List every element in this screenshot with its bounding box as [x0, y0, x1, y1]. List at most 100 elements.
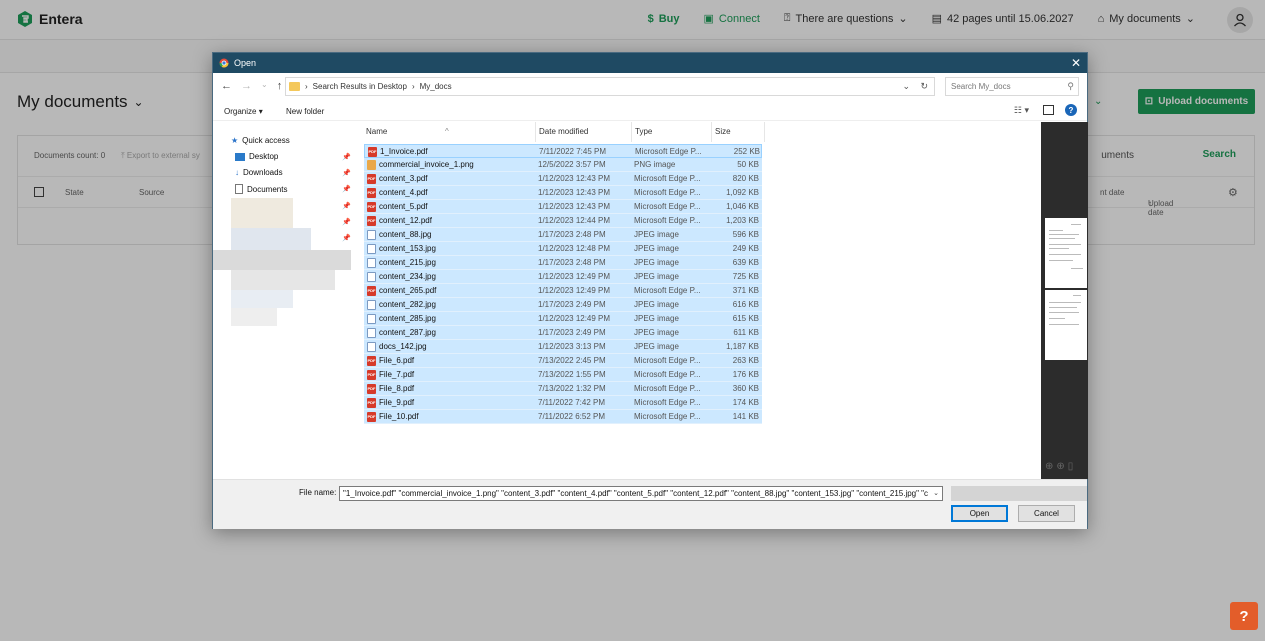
file-size: 611 KB — [733, 328, 759, 337]
chevron-down-icon[interactable]: ⌄ — [902, 81, 910, 92]
breadcrumb-my-docs[interactable]: My_docs — [420, 82, 452, 91]
view-options-icon[interactable]: ☷ ▾ — [1014, 105, 1029, 116]
nav-downloads[interactable]: ↓ Downloads 📌 — [235, 168, 351, 177]
file-size: 371 KB — [732, 286, 759, 295]
address-bar[interactable]: › Search Results in Desktop › My_docs ⌄ … — [285, 77, 935, 96]
redacted-file-type-filter[interactable] — [951, 486, 1087, 501]
open-button[interactable]: Open — [951, 505, 1008, 522]
pdf-file-icon: PDF — [367, 188, 376, 198]
pin-icon[interactable]: 📌 — [342, 218, 351, 226]
close-icon[interactable]: ✕ — [1071, 56, 1081, 70]
file-row[interactable]: content_215.jpg 1/17/2023 2:48 PM JPEG ima… — [364, 256, 762, 270]
up-arrow-icon[interactable]: ↑ — [277, 80, 283, 92]
jpg-file-icon — [367, 272, 376, 282]
file-name: File_6.pdf — [379, 356, 415, 365]
file-name: File_9.pdf — [379, 398, 415, 407]
file-row[interactable]: content_282.jpg 1/17/2023 2:49 PM JPEG ima… — [364, 298, 762, 312]
redacted-nav-items — [231, 198, 293, 228]
new-folder-button[interactable]: New folder — [286, 107, 324, 116]
scroll-down-icon[interactable]: ⊕ — [1056, 461, 1064, 472]
file-row[interactable]: PDF content_265.pdf 1/12/2023 12:49 PM Micr… — [364, 284, 762, 298]
file-row[interactable]: PDF content_4.pdf 1/12/2023 12:43 PM Micros… — [364, 186, 762, 200]
file-size: 176 KB — [732, 370, 759, 379]
file-size: 1,092 KB — [726, 188, 759, 197]
preview-line — [1049, 312, 1079, 313]
file-row[interactable]: PDF 1_Invoice.pdf 7/11/2022 7:45 PM Microso… — [364, 144, 762, 158]
file-type: JPEG image — [634, 258, 679, 267]
nav-desktop[interactable]: Desktop 📌 — [235, 152, 351, 161]
search-input[interactable]: Search My_docs ⚲ — [945, 77, 1079, 96]
file-name: content_12.pdf — [379, 216, 432, 225]
redacted-nav-items — [231, 290, 293, 308]
file-name: content_234.jpg — [379, 272, 436, 281]
file-name: content_287.jpg — [379, 328, 436, 337]
pin-icon[interactable]: 📌 — [342, 153, 351, 161]
col-size[interactable]: Size — [715, 127, 731, 136]
jpg-file-icon — [367, 314, 376, 324]
file-date: 1/12/2023 12:43 PM — [538, 202, 611, 211]
preview-line — [1073, 295, 1081, 296]
file-type: Microsoft Edge P... — [634, 216, 701, 225]
forward-arrow-icon[interactable]: → — [241, 80, 252, 92]
file-row[interactable]: PDF File_8.pdf 7/13/2022 1:32 PM Microsoft … — [364, 382, 762, 396]
file-type: JPEG image — [634, 342, 679, 351]
file-row[interactable]: PDF File_7.pdf 7/13/2022 1:55 PM Microsoft … — [364, 368, 762, 382]
file-size: 639 KB — [732, 258, 759, 267]
nav-quick-access[interactable]: ★ Quick access — [231, 136, 290, 145]
help-icon[interactable]: ? — [1065, 104, 1077, 116]
cancel-button[interactable]: Cancel — [1018, 505, 1075, 522]
file-row[interactable]: content_153.jpg 1/12/2023 12:48 PM JPEG im… — [364, 242, 762, 256]
col-date-modified[interactable]: Date modified — [539, 127, 588, 136]
pin-icon[interactable]: 📌 — [342, 185, 351, 193]
file-type: Microsoft Edge P... — [634, 384, 701, 393]
column-separator[interactable] — [711, 122, 712, 142]
file-row[interactable]: content_287.jpg 1/17/2023 2:49 PM JPEG ima… — [364, 326, 762, 340]
document-icon — [235, 184, 243, 194]
column-separator[interactable] — [631, 122, 632, 142]
col-type[interactable]: Type — [635, 127, 652, 136]
file-name: File_7.pdf — [379, 370, 415, 379]
pin-icon[interactable]: 📌 — [342, 169, 351, 177]
file-date: 7/13/2022 1:32 PM — [538, 384, 606, 393]
file-row[interactable]: content_285.jpg 1/12/2023 12:49 PM JPEG im… — [364, 312, 762, 326]
refresh-icon[interactable]: ↻ — [920, 81, 928, 92]
file-row[interactable]: PDF content_5.pdf 1/12/2023 12:43 PM Micros… — [364, 200, 762, 214]
png-file-icon — [367, 160, 376, 170]
pin-icon[interactable]: 📌 — [342, 234, 351, 242]
organize-button[interactable]: Organize ▾ — [224, 107, 263, 116]
file-type: JPEG image — [634, 244, 679, 253]
file-row[interactable]: PDF File_10.pdf 7/11/2022 6:52 PM Microsoft… — [364, 410, 762, 424]
column-separator[interactable] — [535, 122, 536, 142]
redacted-nav-items — [213, 250, 351, 270]
file-row[interactable]: PDF File_6.pdf 7/13/2022 2:45 PM Microsoft … — [364, 354, 762, 368]
file-size: 1,203 KB — [726, 216, 759, 225]
column-separator[interactable] — [764, 122, 765, 142]
file-date: 7/11/2022 7:42 PM — [538, 398, 606, 407]
file-row[interactable]: PDF File_9.pdf 7/11/2022 7:42 PM Microsoft … — [364, 396, 762, 410]
file-row[interactable]: PDF content_3.pdf 1/12/2023 12:43 PM Micros… — [364, 172, 762, 186]
page-icon[interactable]: ▯ — [1068, 461, 1074, 472]
file-row[interactable]: content_88.jpg 1/17/2023 2:48 PM JPEG imag… — [364, 228, 762, 242]
file-name-input[interactable]: "1_Invoice.pdf" "commercial_invoice_1.pn… — [339, 486, 943, 501]
pin-icon[interactable]: 📌 — [342, 202, 351, 210]
dialog-title-bar[interactable]: Open ✕ — [213, 53, 1087, 73]
nav-documents[interactable]: Documents 📌 — [235, 184, 351, 194]
help-button[interactable]: ? — [1230, 602, 1258, 630]
preview-pane-icon[interactable] — [1043, 105, 1054, 115]
file-row[interactable]: commercial_invoice_1.png 12/5/2022 3:57 P… — [364, 158, 762, 172]
breadcrumb-search-results[interactable]: Search Results in Desktop — [313, 82, 407, 91]
file-row[interactable]: docs_142.jpg 1/12/2023 3:13 PM JPEG image 1… — [364, 340, 762, 354]
file-date: 1/12/2023 12:49 PM — [538, 286, 611, 295]
file-date: 1/17/2023 2:49 PM — [538, 300, 606, 309]
back-arrow-icon[interactable]: ← — [221, 80, 232, 92]
col-name[interactable]: Name — [366, 127, 387, 136]
chevron-down-icon[interactable]: ⌄ — [933, 489, 939, 497]
recent-chevron-icon[interactable]: ⌄ — [261, 80, 268, 92]
scroll-up-icon[interactable]: ⊕ — [1045, 461, 1053, 472]
file-row[interactable]: PDF content_12.pdf 1/12/2023 12:44 PM Micro… — [364, 214, 762, 228]
organize-label: Organize — [224, 107, 257, 116]
pdf-file-icon: PDF — [367, 202, 376, 212]
file-date: 7/13/2022 2:45 PM — [538, 356, 606, 365]
file-type: Microsoft Edge P... — [635, 147, 702, 156]
file-row[interactable]: content_234.jpg 1/12/2023 12:49 PM JPEG im… — [364, 270, 762, 284]
